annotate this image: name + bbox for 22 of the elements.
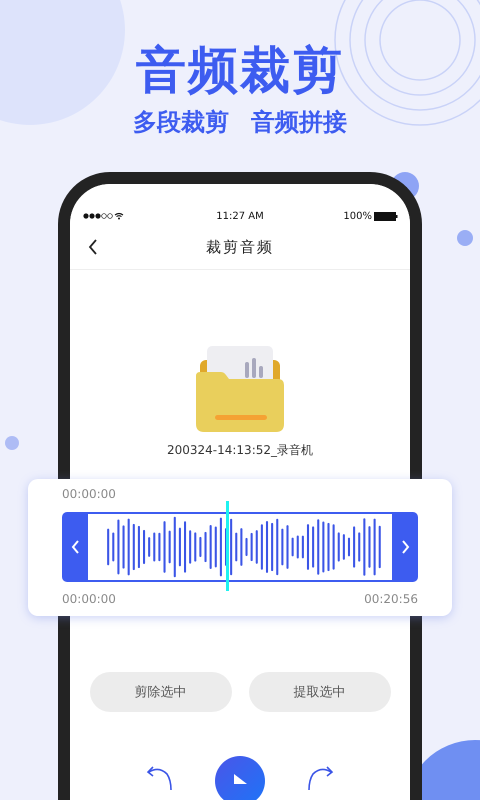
end-time: 00:20:56 [364,592,418,606]
chevron-right-icon [400,540,410,554]
hero-subtitle: 音频拼接 [251,107,347,138]
current-time: 00:00:00 [62,487,117,501]
play-icon [231,774,249,784]
folder-icon [195,346,285,432]
play-button[interactable] [215,756,265,800]
file-name: 200324-14:13:52_录音机 [166,442,314,459]
back-icon[interactable] [88,239,98,255]
chevron-left-icon [70,540,80,554]
hero-title: 音频裁剪 [136,40,344,100]
hero-subtitle: 多段裁剪 [133,107,229,138]
status-time: 11:27 AM [216,210,264,222]
action-button[interactable]: 剪除选中 [90,672,232,712]
signal-icon [82,212,124,220]
page-title: 裁剪音频 [206,238,274,256]
start-time: 00:00:00 [62,592,116,606]
decoration-ball [5,436,19,450]
battery-percent: 100% [343,210,372,222]
action-button[interactable]: 提取选中 [248,672,390,712]
battery-icon [374,212,398,220]
decoration-ball [457,230,473,246]
